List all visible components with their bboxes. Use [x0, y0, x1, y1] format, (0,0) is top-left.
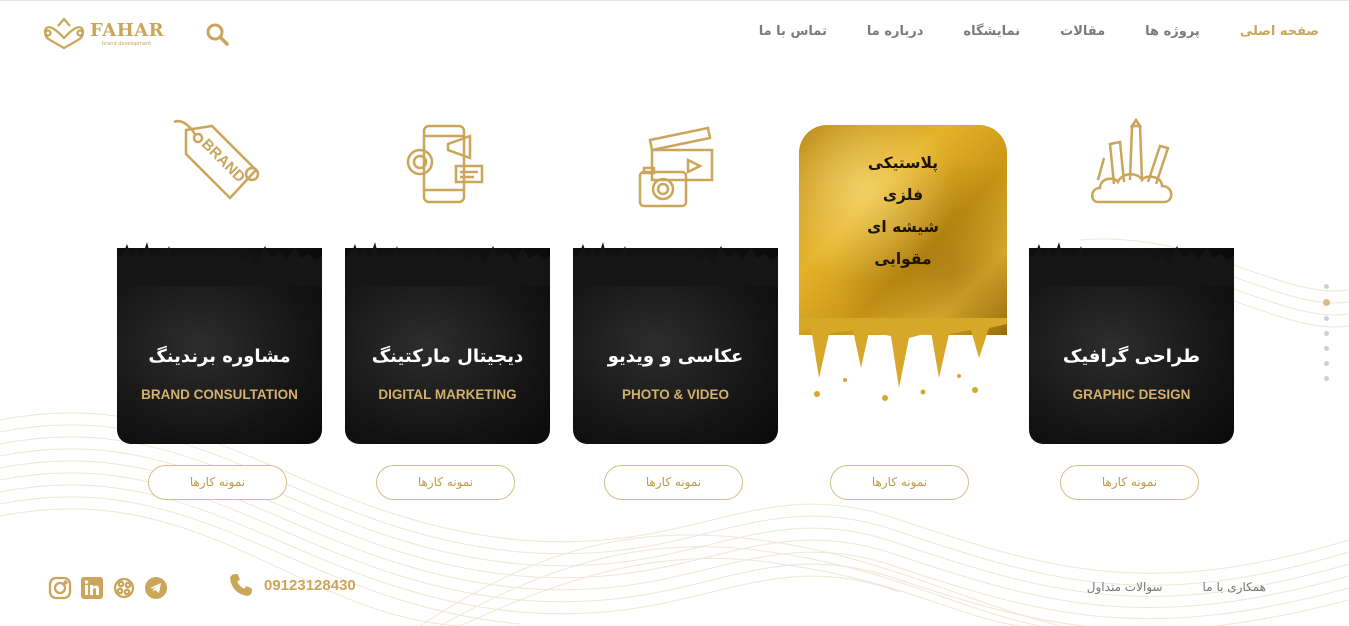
logo[interactable]: FAHAR brand development [40, 16, 164, 52]
nav-item-articles[interactable]: مقالات [1060, 24, 1105, 44]
service-title-fa: عکاسی و ویدیو [607, 346, 744, 367]
phone-icon [230, 574, 252, 596]
footer-link-faq[interactable]: سوالات متداول [1087, 580, 1163, 594]
gold-foil-panel: پلاستیکی فلزی شیشه ای مقوایی [799, 125, 1007, 335]
contact-phone[interactable]: 09123128430 [228, 570, 356, 600]
instagram-icon[interactable] [48, 576, 72, 600]
service-title-fa: طراحی گرافیک [1062, 346, 1201, 367]
logo-tagline: brand development [102, 41, 152, 47]
service-card-photo-video[interactable]: عکاسی و ویدیو PHOTO & VIDEO نمونه کارها [573, 118, 778, 508]
main-nav: صفحه اصلی پروژه ها مقالات نمایشگاه دربار… [719, 24, 1319, 44]
aparat-icon[interactable] [112, 576, 136, 600]
slide-pagination [1321, 284, 1331, 384]
service-title-fa: مشاوره برندینگ [148, 346, 291, 367]
service-card-digital-marketing[interactable]: دیجیتال مارکتینگ DIGITAL MARKETING نمونه… [345, 118, 550, 508]
social-links [48, 576, 168, 602]
top-border [0, 0, 1349, 1]
service-title-en: PHOTO & VIDEO [621, 387, 730, 402]
search-icon[interactable] [205, 22, 229, 46]
ink-splash [1029, 242, 1234, 286]
telegram-icon[interactable] [144, 576, 168, 600]
portfolio-button[interactable]: نمونه کارها [830, 465, 969, 500]
portfolio-button[interactable]: نمونه کارها [604, 465, 743, 500]
pagination-dot[interactable] [1323, 346, 1329, 351]
linkedin-icon[interactable] [80, 576, 104, 600]
service-card-packaging[interactable]: پلاستیکی فلزی شیشه ای مقوایی نمونه کارها [799, 118, 1007, 508]
portfolio-button[interactable]: نمونه کارها [376, 465, 515, 500]
brand-tag-icon: BRAND [172, 119, 259, 200]
nav-item-home[interactable]: صفحه اصلی [1240, 24, 1319, 44]
service-title-en: BRAND CONSULTATION [141, 387, 298, 402]
ink-splash [345, 242, 550, 286]
camera-clapper-icon [638, 126, 713, 208]
pagination-dot[interactable] [1323, 361, 1329, 366]
nav-item-exhibition[interactable]: نمایشگاه [963, 24, 1020, 44]
service-title-en: GRAPHIC DESIGN [1072, 387, 1191, 402]
nav-item-contact[interactable]: تماس با ما [759, 24, 827, 44]
footer-link-cooperation[interactable]: همکاری با ما [1203, 580, 1266, 594]
material-item: مقوایی [874, 250, 932, 268]
brand-tag-text: BRAND [198, 136, 248, 186]
packaging-materials-list: پلاستیکی فلزی شیشه ای مقوایی [799, 147, 1007, 275]
pagination-dot[interactable] [1323, 284, 1329, 289]
service-title-en: DIGITAL MARKETING [378, 387, 517, 402]
service-title-fa: دیجیتال مارکتینگ [371, 346, 524, 367]
pagination-dot[interactable] [1323, 331, 1329, 336]
pagination-dot-active[interactable] [1322, 299, 1330, 306]
service-card-branding[interactable]: BRAND مشاوره برندینگ BRAND CONSULTATION … [117, 118, 322, 508]
logo-text: FAHAR [90, 20, 165, 41]
ink-splash [573, 242, 778, 286]
material-item: پلاستیکی [867, 154, 939, 172]
ink-splash [117, 242, 322, 286]
footer-links: همکاری با ما سوالات متداول [1047, 580, 1266, 594]
pagination-dot[interactable] [1323, 316, 1329, 321]
portfolio-button[interactable]: نمونه کارها [148, 465, 287, 500]
portfolio-button[interactable]: نمونه کارها [1060, 465, 1199, 500]
design-tools-icon [1090, 118, 1172, 204]
phone-number: 09123128430 [264, 576, 356, 594]
pagination-dot[interactable] [1323, 376, 1329, 381]
service-card-graphic-design[interactable]: طراحی گرافیک GRAPHIC DESIGN نمونه کارها [1029, 118, 1234, 508]
digital-marketing-icon [406, 124, 483, 204]
nav-item-projects[interactable]: پروژه ها [1145, 24, 1200, 44]
gold-drip-splash [799, 318, 1007, 401]
material-item: فلزی [882, 186, 924, 204]
nav-item-about[interactable]: درباره ما [867, 24, 924, 44]
material-item: شیشه ای [867, 218, 939, 236]
logo-mark-icon [43, 17, 85, 50]
